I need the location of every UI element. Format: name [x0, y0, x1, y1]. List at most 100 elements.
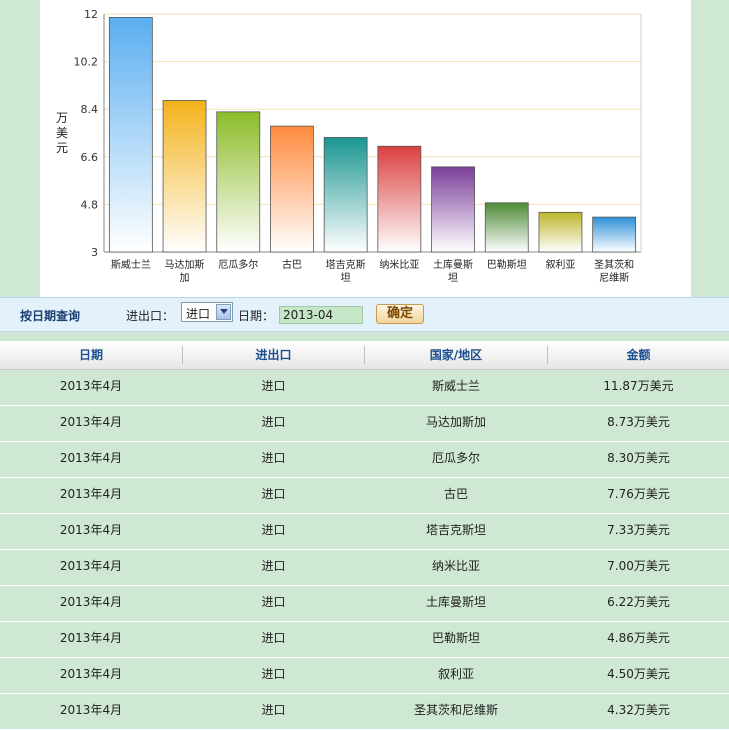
y-tick-label: 4.8 [81, 198, 99, 211]
bar [377, 145, 422, 253]
cell-country: 斯威士兰 [431, 379, 480, 393]
cell-amount: 6.22万美元 [607, 595, 670, 609]
header-type[interactable]: 进出口 [183, 341, 364, 369]
y-tick-label: 12 [84, 8, 98, 21]
table-row: 2013年4月 进口 叙利亚 4.50万美元 [0, 658, 729, 694]
cell-type: 进口 [261, 667, 286, 681]
type-select-value: 进口 [186, 307, 211, 321]
cell-date: 2013年4月 [59, 523, 123, 537]
cell-type: 进口 [261, 379, 286, 393]
submit-button[interactable]: 确定 [376, 304, 424, 324]
cell-date: 2013年4月 [59, 415, 123, 429]
bar [592, 216, 637, 253]
cell-type: 进口 [261, 595, 286, 609]
table-row: 2013年4月 进口 马达加斯加 8.73万美元 [0, 406, 729, 442]
cell-type: 进口 [261, 523, 286, 537]
chart-panel: 3 4.8 6.6 8.4 10.2 12 万美元斯威士兰 马达加斯加 厄瓜多尔 古巴 塔吉克斯坦 纳… [40, 0, 691, 297]
cell-type: 进口 [261, 631, 286, 645]
bar [216, 111, 261, 253]
header-country[interactable]: 国家/地区 [365, 341, 547, 369]
y-tick-label: 6.6 [81, 151, 99, 164]
y-tick-label: 3 [91, 246, 98, 259]
x-tick-label: 叙利亚 [545, 258, 575, 271]
bar [484, 202, 529, 253]
cell-amount: 7.00万美元 [607, 559, 670, 573]
bar [270, 125, 314, 253]
x-tick-label: 土库曼斯 [433, 258, 473, 271]
cell-amount: 8.30万美元 [607, 451, 670, 465]
cell-amount: 7.33万美元 [607, 523, 670, 537]
bar [108, 17, 153, 253]
x-tick-label: 加 [180, 272, 190, 284]
cell-amount: 11.87万美元 [603, 379, 674, 393]
cell-country: 厄瓜多尔 [431, 451, 480, 465]
cell-country: 塔吉克斯坦 [425, 523, 486, 537]
cell-date: 2013年4月 [59, 487, 123, 501]
x-tick-label: 厄瓜多尔 [218, 258, 258, 271]
table-row: 2013年4月 进口 厄瓜多尔 8.30万美元 [0, 442, 729, 478]
cell-country: 土库曼斯坦 [425, 595, 486, 609]
cell-type: 进口 [261, 487, 286, 501]
table-row: 2013年4月 进口 纳米比亚 7.00万美元 [0, 550, 729, 586]
cell-type: 进口 [261, 703, 286, 717]
bar [323, 137, 368, 253]
x-tick-label: 纳米比亚 [379, 258, 419, 271]
cell-country: 纳米比亚 [431, 559, 480, 573]
y-tick-label: 10.2 [74, 56, 99, 69]
chevron-down-icon [220, 309, 228, 314]
cell-country: 马达加斯加 [425, 415, 486, 429]
dropdown-button[interactable] [216, 304, 231, 320]
cell-amount: 4.86万美元 [607, 631, 670, 645]
cell-date: 2013年4月 [59, 379, 123, 393]
table-row: 2013年4月 进口 古巴 7.76万美元 [0, 478, 729, 514]
data-table-body: 2013年4月 进口 斯威士兰 11.87万美元 2013年4月 进口 马达加斯加 8.73万… [0, 370, 729, 730]
cell-type: 进口 [261, 415, 286, 429]
cell-type: 进口 [261, 451, 286, 465]
query-title: 按日期查询 [20, 309, 81, 323]
cell-date: 2013年4月 [59, 667, 123, 681]
y-axis-label: 万 [56, 111, 68, 125]
table-row: 2013年4月 进口 塔吉克斯坦 7.33万美元 [0, 514, 729, 550]
bar [431, 166, 475, 253]
table-row: 2013年4月 进口 圣其茨和尼维斯 4.32万美元 [0, 694, 729, 730]
x-tick-label: 马达加斯 [165, 258, 205, 271]
cell-amount: 7.76万美元 [607, 487, 670, 501]
x-tick-label: 尼维斯 [599, 271, 629, 284]
bar [538, 211, 583, 253]
table-row: 2013年4月 进口 土库曼斯坦 6.22万美元 [0, 586, 729, 622]
bar-chart: 3 4.8 6.6 8.4 10.2 12 万美元斯威士兰 马达加斯加 厄瓜多尔 古巴 塔吉克斯坦 纳… [56, 8, 642, 284]
cell-country: 叙利亚 [437, 667, 474, 681]
cell-country: 古巴 [443, 487, 468, 501]
y-tick-label: 8.4 [81, 103, 99, 116]
y-axis-label: 元 [56, 141, 68, 155]
x-tick-label: 坦 [448, 271, 458, 284]
cell-date: 2013年4月 [59, 631, 123, 645]
cell-date: 2013年4月 [59, 451, 123, 465]
x-tick-label: 坦 [341, 271, 351, 284]
header-amount[interactable]: 金额 [548, 341, 729, 369]
cell-date: 2013年4月 [59, 703, 123, 717]
x-tick-label: 巴勒斯坦 [487, 258, 527, 271]
table-row: 2013年4月 进口 斯威士兰 11.87万美元 [0, 370, 729, 406]
date-label: 日期： [238, 309, 275, 323]
cell-amount: 8.73万美元 [607, 415, 670, 429]
table-header: 日期 进出口 国家/地区 金额 [0, 341, 729, 370]
x-tick-label: 圣其茨和 [594, 258, 634, 271]
type-select[interactable]: 进口 [181, 302, 233, 322]
y-axis-label: 美 [56, 126, 68, 140]
cell-date: 2013年4月 [59, 595, 123, 609]
header-date[interactable]: 日期 [0, 341, 182, 369]
cell-country: 圣其茨和尼维斯 [413, 703, 498, 717]
cell-type: 进口 [261, 559, 286, 573]
table-row: 2013年4月 进口 巴勒斯坦 4.86万美元 [0, 622, 729, 658]
cell-amount: 4.50万美元 [607, 667, 670, 681]
x-tick-label: 塔吉克斯 [326, 258, 366, 271]
bar [162, 100, 207, 253]
date-query-bar: 按日期查询 进出口： 进口 日期： 2013-04 确定 [0, 297, 729, 332]
date-input[interactable]: 2013-04 [279, 306, 363, 324]
cell-date: 2013年4月 [59, 559, 123, 573]
type-label: 进出口： [126, 309, 175, 323]
x-tick-label: 斯威士兰 [111, 258, 151, 271]
x-tick-label: 古巴 [282, 258, 302, 271]
cell-amount: 4.32万美元 [607, 703, 670, 717]
